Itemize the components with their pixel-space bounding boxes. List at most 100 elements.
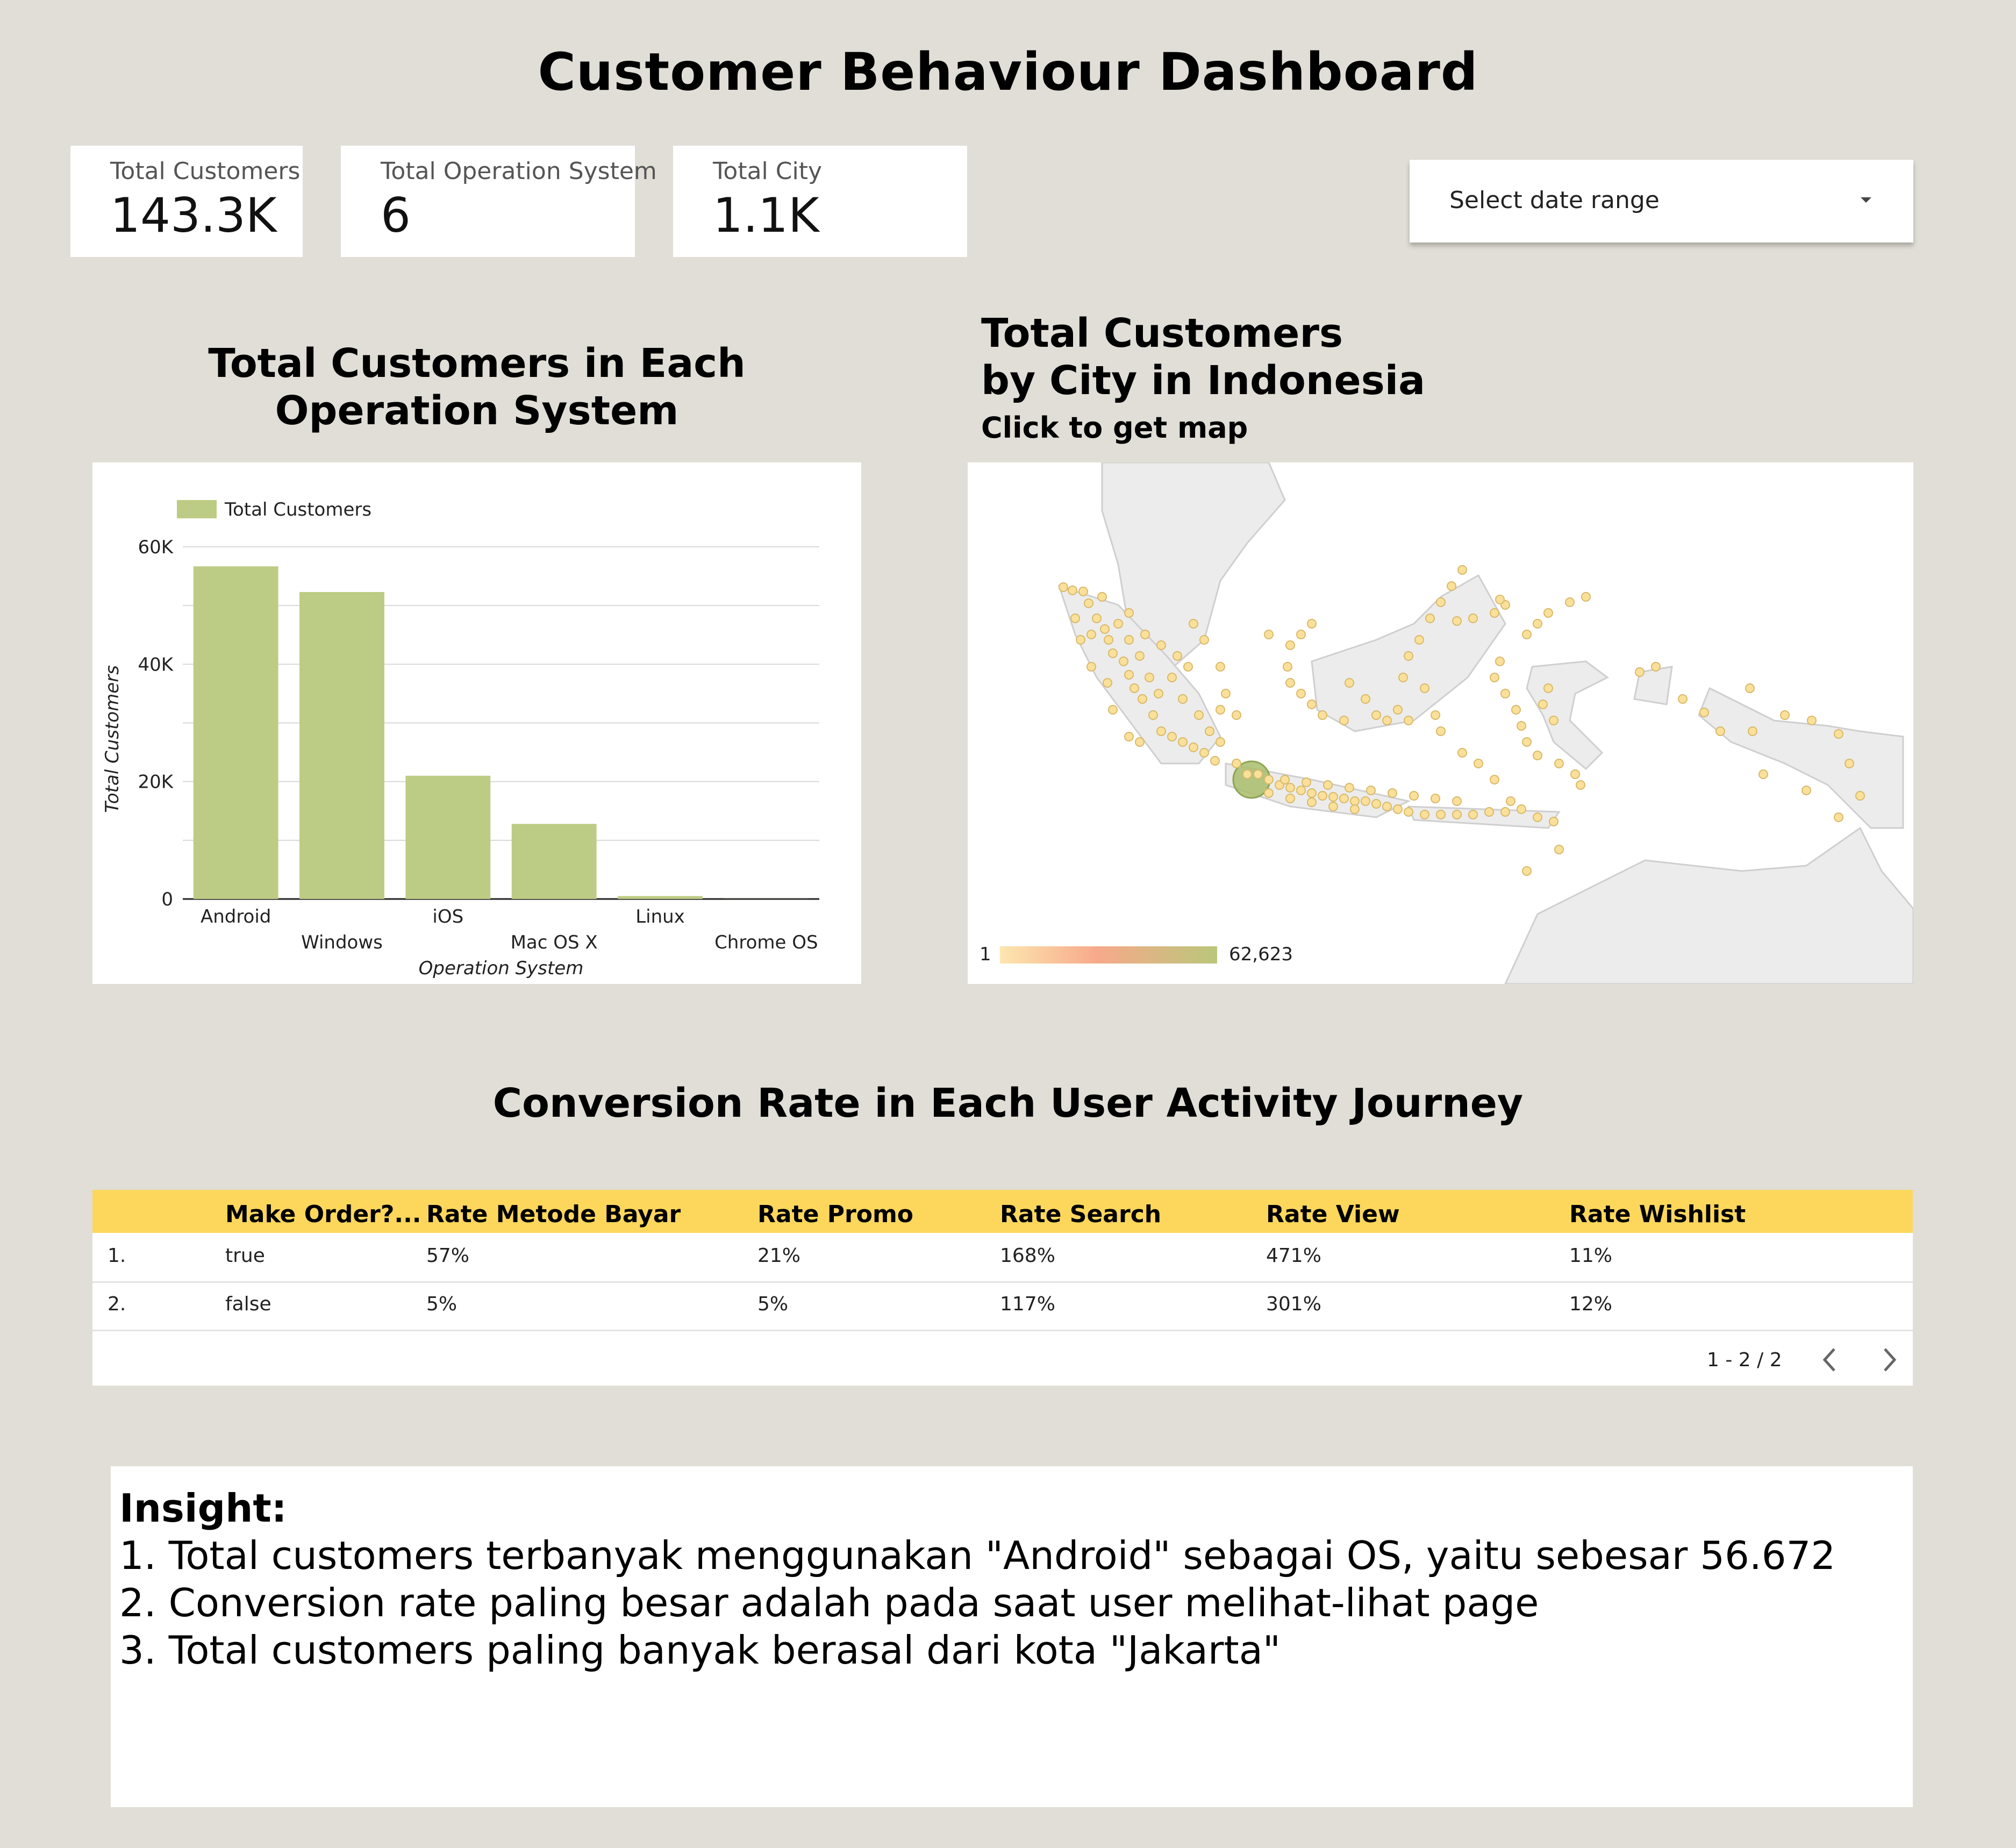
city-bubble[interactable] [1285, 783, 1295, 793]
city-bubble[interactable] [1350, 804, 1360, 814]
city-bubble[interactable] [1490, 608, 1499, 618]
city-bubble[interactable] [1084, 598, 1093, 608]
city-bubble[interactable] [1468, 613, 1478, 623]
city-bubble[interactable] [1452, 796, 1462, 806]
bar-ios[interactable] [405, 775, 491, 899]
city-bubble[interactable] [1199, 748, 1209, 758]
city-bubble[interactable] [1468, 810, 1478, 819]
city-bubble[interactable] [1119, 657, 1128, 666]
city-bubble[interactable] [1745, 683, 1755, 693]
city-bubble[interactable] [1167, 732, 1177, 741]
city-bubble[interactable] [1490, 775, 1499, 784]
city-bubble[interactable] [1511, 705, 1521, 715]
city-bubble[interactable] [1253, 769, 1263, 779]
city-bubble[interactable] [1068, 586, 1077, 595]
city-bubble[interactable] [1216, 737, 1225, 747]
city-bubble[interactable] [1124, 670, 1134, 680]
column-header-rate-promo[interactable]: Rate Promo [757, 1201, 913, 1228]
city-bubble[interactable] [1533, 751, 1542, 760]
city-bubble[interactable] [1780, 710, 1790, 720]
city-bubble[interactable] [1302, 777, 1311, 787]
column-header-rate-metode-bayar[interactable]: Rate Metode Bayar [426, 1201, 681, 1228]
city-bubble[interactable] [1124, 635, 1134, 645]
city-bubble[interactable] [1543, 683, 1553, 693]
indonesia-bubble-map[interactable]: 1 62,623 [968, 462, 1913, 984]
city-bubble[interactable] [1242, 769, 1252, 779]
city-bubble[interactable] [1210, 756, 1220, 766]
city-bubble[interactable] [1495, 595, 1505, 604]
city-bubble[interactable] [1283, 662, 1292, 672]
city-bubble[interactable] [1404, 807, 1413, 817]
city-bubble[interactable] [1124, 732, 1134, 741]
city-bubble[interactable] [1834, 812, 1843, 822]
city-bubble[interactable] [1420, 810, 1429, 819]
city-bubble[interactable] [1436, 726, 1446, 736]
city-bubble[interactable] [1076, 635, 1085, 645]
city-bubble[interactable] [1167, 673, 1177, 682]
city-bubble[interactable] [1124, 608, 1134, 618]
city-bubble[interactable] [1307, 619, 1317, 629]
city-bubble[interactable] [1436, 810, 1446, 819]
column-header-rate-wishlist[interactable]: Rate Wishlist [1569, 1201, 1746, 1228]
city-bubble[interactable] [1678, 694, 1688, 704]
city-bubble[interactable] [1264, 630, 1274, 639]
city-bubble[interactable] [1097, 592, 1107, 602]
city-bubble[interactable] [1086, 630, 1096, 639]
city-bubble[interactable] [1522, 866, 1532, 876]
city-bubble[interactable] [1543, 608, 1553, 618]
city-bubble[interactable] [1183, 662, 1193, 672]
bar-mac-os-x[interactable] [511, 824, 597, 899]
city-bubble[interactable] [1382, 802, 1392, 811]
city-bubble[interactable] [1393, 705, 1403, 715]
city-bubble[interactable] [1361, 694, 1370, 704]
city-bubble[interactable] [1328, 792, 1338, 802]
city-bubble[interactable] [1350, 796, 1360, 806]
city-bubble[interactable] [1194, 710, 1204, 720]
city-bubble[interactable] [1154, 689, 1163, 698]
city-bubble[interactable] [1104, 635, 1113, 645]
city-bubble[interactable] [1339, 794, 1349, 803]
city-bubble[interactable] [1264, 775, 1274, 784]
city-bubble[interactable] [1490, 673, 1499, 682]
city-bubble[interactable] [1345, 678, 1354, 688]
city-bubble[interactable] [1138, 694, 1147, 704]
city-bubble[interactable] [1635, 667, 1645, 677]
city-bubble[interactable] [1232, 710, 1241, 720]
city-bubble[interactable] [1452, 616, 1462, 626]
chevron-down-icon[interactable] [1861, 197, 1871, 203]
city-bubble[interactable] [1178, 694, 1188, 704]
city-bubble[interactable] [1148, 710, 1158, 720]
city-bubble[interactable] [1318, 710, 1327, 720]
city-bubble[interactable] [1855, 791, 1865, 801]
city-bubble[interactable] [1323, 780, 1333, 790]
city-bubble[interactable] [1549, 817, 1559, 826]
city-bubble[interactable] [1500, 689, 1510, 698]
city-bubble[interactable] [1285, 640, 1295, 650]
city-bubble[interactable] [1129, 683, 1139, 693]
city-bubble[interactable] [1420, 683, 1429, 693]
city-bubble[interactable] [1140, 630, 1150, 639]
bar-linux[interactable] [618, 896, 703, 899]
city-bubble[interactable] [1500, 807, 1510, 817]
city-bubble[interactable] [1371, 710, 1381, 720]
city-bubble[interactable] [1108, 648, 1118, 658]
city-bubble[interactable] [1318, 791, 1327, 801]
city-bubble[interactable] [1059, 582, 1068, 592]
city-bubble[interactable] [1447, 581, 1456, 591]
city-bubble[interactable] [1436, 597, 1446, 607]
city-bubble[interactable] [1371, 799, 1381, 809]
city-bubble[interactable] [1554, 759, 1564, 768]
city-bubble[interactable] [1216, 662, 1225, 672]
city-bubble[interactable] [1404, 651, 1413, 661]
city-bubble[interactable] [1576, 780, 1585, 790]
map-panel[interactable]: 1 62,623 [968, 462, 1913, 984]
city-bubble[interactable] [1307, 700, 1317, 709]
kpi-total-customers[interactable]: Total Customers 143.3K [70, 146, 303, 257]
column-header-rate-view[interactable]: Rate View [1266, 1201, 1400, 1228]
city-bubble[interactable] [1328, 802, 1338, 811]
city-bubble[interactable] [1199, 635, 1209, 645]
city-bubble[interactable] [1296, 786, 1306, 795]
city-bubble[interactable] [1801, 786, 1811, 795]
city-bubble[interactable] [1086, 662, 1096, 672]
city-bubble[interactable] [1457, 748, 1467, 758]
